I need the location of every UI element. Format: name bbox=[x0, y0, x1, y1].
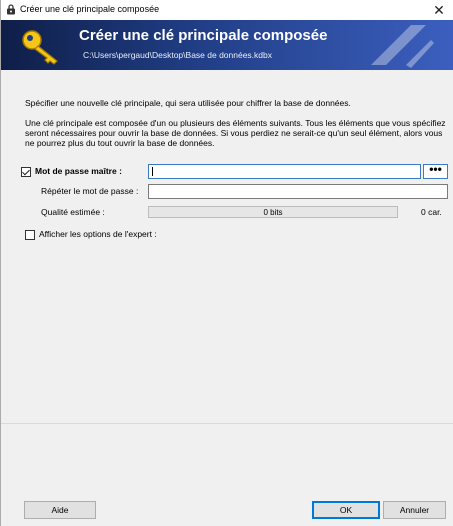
footer-separator bbox=[1, 423, 453, 424]
expert-options-label: Afficher les options de l'expert : bbox=[39, 229, 157, 239]
header-banner: Créer une clé principale composée C:\Use… bbox=[1, 20, 453, 70]
text-caret bbox=[152, 167, 153, 176]
repeat-password-field[interactable] bbox=[148, 184, 448, 199]
show-password-button[interactable]: ••• bbox=[423, 163, 448, 179]
banner-title: Créer une clé principale composée bbox=[79, 27, 328, 44]
repeat-password-label: Répéter le mot de passe : bbox=[41, 186, 139, 196]
key-icon bbox=[22, 30, 58, 65]
quality-chars: 0 car. bbox=[421, 207, 442, 217]
intro-text: Spécifier une nouvelle clé principale, q… bbox=[25, 98, 351, 108]
watermark-icon bbox=[371, 25, 434, 68]
window-title: Créer une clé principale composée bbox=[20, 4, 160, 14]
quality-bar: 0 bits bbox=[148, 206, 398, 218]
ok-button[interactable]: OK bbox=[312, 501, 380, 519]
master-password-field[interactable] bbox=[148, 164, 421, 179]
dialog-window: Créer une clé principale composée ✕ Crée… bbox=[0, 0, 453, 526]
database-path: C:\Users\pergaud\Desktop\Base de données… bbox=[83, 50, 273, 60]
lock-icon bbox=[7, 4, 15, 15]
title-bar: Créer une clé principale composée ✕ bbox=[1, 0, 453, 20]
quality-label: Qualité estimée : bbox=[41, 207, 105, 217]
cancel-button[interactable]: Annuler bbox=[383, 501, 446, 519]
help-button[interactable]: Aide bbox=[24, 501, 96, 519]
master-password-label: Mot de passe maître : bbox=[35, 166, 122, 176]
close-icon[interactable]: ✕ bbox=[424, 0, 453, 20]
expert-options-checkbox[interactable] bbox=[25, 230, 35, 240]
master-password-checkbox[interactable] bbox=[21, 167, 31, 177]
quality-bits: 0 bits bbox=[263, 208, 283, 217]
intro-details: Une clé principale est composée d'un ou … bbox=[25, 118, 446, 148]
